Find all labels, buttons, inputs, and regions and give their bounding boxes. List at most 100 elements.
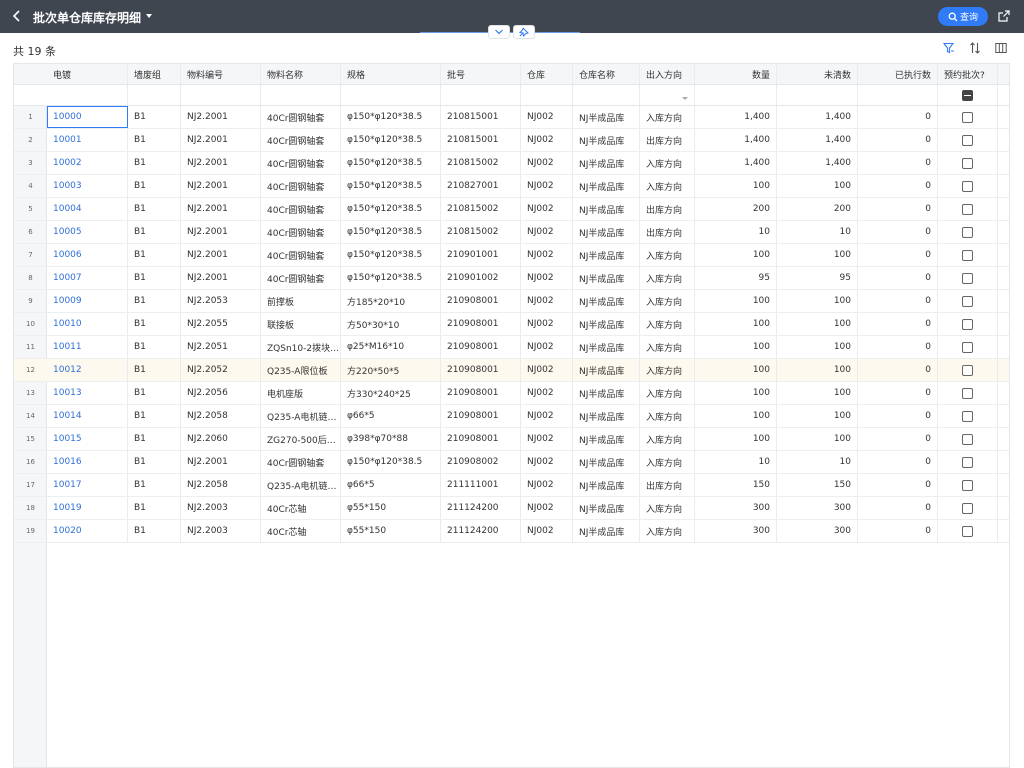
cell-electroplate[interactable]: 10005 [47, 221, 128, 243]
cell-material-code[interactable]: NJ2.2055 [181, 313, 261, 335]
table-row[interactable]: 3 10002 B1 NJ2.2001 40Cr圆钢轴套 φ150*φ120*38.5 21… [14, 152, 1009, 175]
cell-material-name[interactable]: 40Cr圆钢轴套 [261, 129, 341, 151]
cell-executed[interactable]: 0 [858, 152, 938, 174]
cell-group[interactable]: B1 [128, 451, 181, 473]
cell-material-name[interactable]: 40Cr圆钢轴套 [261, 106, 341, 128]
cell-batch[interactable]: 210815002 [441, 152, 521, 174]
cell-warehouse[interactable]: NJ002 [521, 244, 573, 266]
select-all-checkbox[interactable] [962, 89, 973, 101]
cell-material-name[interactable]: 40Cr圆钢轴套 [261, 152, 341, 174]
cell-spec[interactable]: φ398*φ70*88 [341, 428, 441, 450]
cell-warehouse-name[interactable]: NJ半成品库 [573, 336, 640, 358]
table-row[interactable]: 19 10020 B1 NJ2.2003 40Cr芯轴 φ55*150 211124200 N… [14, 520, 1009, 543]
row-checkbox[interactable] [962, 180, 973, 192]
cell-warehouse-name[interactable]: NJ半成品库 [573, 129, 640, 151]
cell-spec[interactable]: φ150*φ120*38.5 [341, 451, 441, 473]
cell-batch[interactable]: 210908001 [441, 405, 521, 427]
cell-direction[interactable]: 入库方向 [640, 175, 695, 197]
cell-quantity[interactable]: 300 [695, 520, 777, 542]
cell-batch[interactable]: 210815001 [441, 129, 521, 151]
filter-cell[interactable] [573, 85, 640, 105]
cell-warehouse[interactable]: NJ002 [521, 129, 573, 151]
filter-cell[interactable] [777, 85, 858, 105]
cell-material-name[interactable]: 40Cr圆钢轴套 [261, 451, 341, 473]
cell-executed[interactable]: 0 [858, 520, 938, 542]
cell-batch[interactable]: 210908001 [441, 336, 521, 358]
table-row[interactable]: 4 10003 B1 NJ2.2001 40Cr圆钢轴套 φ150*φ120*38.5 21… [14, 175, 1009, 198]
cell-executed[interactable]: 0 [858, 267, 938, 289]
cell-material-name[interactable]: 40Cr芯轴 [261, 520, 341, 542]
cell-direction[interactable]: 入库方向 [640, 336, 695, 358]
cell-group[interactable]: B1 [128, 175, 181, 197]
columns-icon[interactable] [995, 42, 1007, 54]
cell-spec[interactable]: φ150*φ120*38.5 [341, 106, 441, 128]
table-row[interactable]: 11 10011 B1 NJ2.2051 ZQSn10-2拨块… φ25*M16*10 21… [14, 336, 1009, 359]
cell-open-qty[interactable]: 100 [777, 359, 858, 381]
cell-direction[interactable]: 出库方向 [640, 129, 695, 151]
cell-direction[interactable]: 出库方向 [640, 474, 695, 496]
cell-spec[interactable]: 方330*240*25 [341, 382, 441, 404]
table-row[interactable]: 14 10014 B1 NJ2.2058 Q235-A电机链… φ66*5 21090800… [14, 405, 1009, 428]
cell-open-qty[interactable]: 100 [777, 313, 858, 335]
row-checkbox[interactable] [962, 318, 973, 330]
cell-open-qty[interactable]: 1,400 [777, 106, 858, 128]
cell-material-code[interactable]: NJ2.2058 [181, 474, 261, 496]
row-checkbox[interactable] [962, 456, 973, 468]
cell-warehouse-name[interactable]: NJ半成品库 [573, 497, 640, 519]
pin-header-button[interactable] [513, 25, 535, 39]
cell-warehouse-name[interactable]: NJ半成品库 [573, 313, 640, 335]
row-checkbox[interactable] [962, 203, 973, 215]
cell-batch[interactable]: 211111001 [441, 474, 521, 496]
cell-material-code[interactable]: NJ2.2001 [181, 451, 261, 473]
cell-group[interactable]: B1 [128, 497, 181, 519]
chevron-left-icon[interactable] [10, 9, 24, 23]
filter-cell[interactable] [341, 85, 441, 105]
cell-open-qty[interactable]: 300 [777, 520, 858, 542]
table-row[interactable]: 5 10004 B1 NJ2.2001 40Cr圆钢轴套 φ150*φ120*38.5 21… [14, 198, 1009, 221]
cell-quantity[interactable]: 150 [695, 474, 777, 496]
cell-direction[interactable]: 入库方向 [640, 520, 695, 542]
cell-executed[interactable]: 0 [858, 451, 938, 473]
cell-quantity[interactable]: 100 [695, 359, 777, 381]
cell-warehouse-name[interactable]: NJ半成品库 [573, 290, 640, 312]
cell-electroplate[interactable]: 10003 [47, 175, 128, 197]
cell-executed[interactable]: 0 [858, 244, 938, 266]
cell-batch[interactable]: 210908002 [441, 451, 521, 473]
cell-electroplate[interactable]: 10011 [47, 336, 128, 358]
cell-material-code[interactable]: NJ2.2001 [181, 267, 261, 289]
cell-group[interactable]: B1 [128, 474, 181, 496]
cell-quantity[interactable]: 1,400 [695, 129, 777, 151]
cell-warehouse-name[interactable]: NJ半成品库 [573, 382, 640, 404]
col-header-reserve[interactable]: 预约批次? [938, 64, 998, 84]
row-checkbox[interactable] [962, 134, 973, 146]
cell-quantity[interactable]: 100 [695, 405, 777, 427]
cell-quantity[interactable]: 10 [695, 221, 777, 243]
row-checkbox[interactable] [962, 525, 973, 537]
cell-material-code[interactable]: NJ2.2001 [181, 244, 261, 266]
cell-executed[interactable]: 0 [858, 129, 938, 151]
cell-warehouse[interactable]: NJ002 [521, 451, 573, 473]
cell-executed[interactable]: 0 [858, 382, 938, 404]
cell-spec[interactable]: φ66*5 [341, 474, 441, 496]
cell-batch[interactable]: 211124200 [441, 520, 521, 542]
cell-open-qty[interactable]: 200 [777, 198, 858, 220]
cell-quantity[interactable]: 100 [695, 428, 777, 450]
cell-warehouse-name[interactable]: NJ半成品库 [573, 175, 640, 197]
cell-quantity[interactable]: 95 [695, 267, 777, 289]
table-row[interactable]: 17 10017 B1 NJ2.2058 Q235-A电机链… φ66*5 21111100… [14, 474, 1009, 497]
cell-direction[interactable]: 入库方向 [640, 106, 695, 128]
cell-quantity[interactable]: 100 [695, 313, 777, 335]
cell-warehouse[interactable]: NJ002 [521, 336, 573, 358]
cell-material-name[interactable]: 电机座版 [261, 382, 341, 404]
cell-material-code[interactable]: NJ2.2001 [181, 221, 261, 243]
cell-executed[interactable]: 0 [858, 198, 938, 220]
col-header-material-name[interactable]: 物料名称 [261, 64, 341, 84]
export-icon[interactable] [998, 10, 1010, 22]
cell-electroplate[interactable]: 10020 [47, 520, 128, 542]
cell-warehouse[interactable]: NJ002 [521, 106, 573, 128]
cell-material-code[interactable]: NJ2.2003 [181, 497, 261, 519]
row-checkbox[interactable] [962, 111, 973, 123]
cell-material-code[interactable]: NJ2.2001 [181, 175, 261, 197]
row-checkbox[interactable] [962, 226, 973, 238]
col-header-material-code[interactable]: 物料编号 [181, 64, 261, 84]
